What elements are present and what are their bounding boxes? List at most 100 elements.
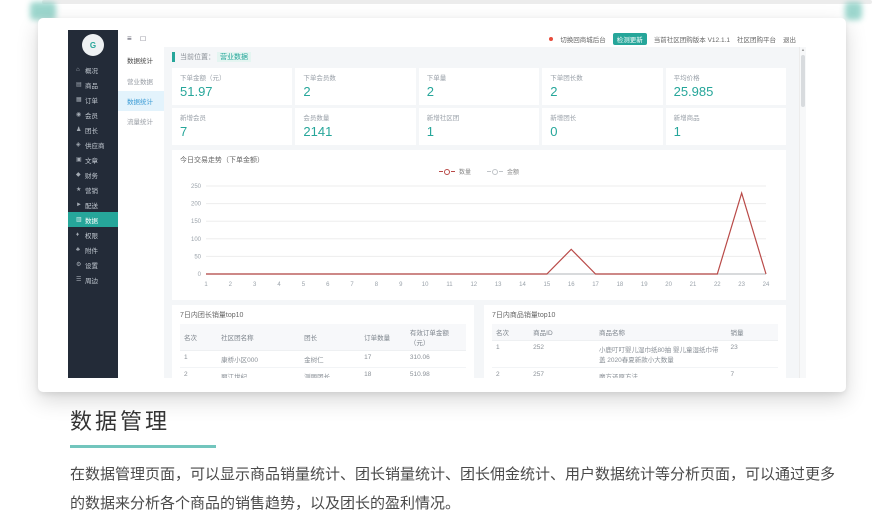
svg-text:23: 23	[738, 282, 745, 288]
title-underline	[70, 445, 216, 448]
table-cell: 252	[529, 341, 595, 368]
scroll-up-icon[interactable]: ▲	[800, 47, 806, 53]
sidebar-item-data[interactable]: ▥数据	[68, 212, 118, 227]
stat-card-order-count: 下单量 2	[419, 68, 539, 105]
breadcrumb-prefix: 当前位置：	[180, 52, 215, 62]
svg-text:2: 2	[229, 282, 233, 288]
fullscreen-icon[interactable]: □	[141, 35, 146, 43]
svg-text:12: 12	[470, 282, 477, 288]
status-dot-icon	[549, 37, 553, 41]
main-sidebar: G ⌂概况 ▤商品 ▦订单 ◉会员 ♟团长 ◈供应商 ▣文章 ◆财务 ★营销 ►…	[68, 30, 118, 378]
svg-text:250: 250	[191, 184, 202, 190]
doc-paragraph: 在数据管理页面，可以显示商品销量统计、团长销量统计、团长佣金统计、用户数据统计等…	[70, 460, 842, 514]
svg-text:13: 13	[495, 282, 502, 288]
stat-card-order-members: 下单会员数2	[295, 68, 415, 105]
legend-item[interactable]: 金额	[487, 167, 519, 176]
topbar: ≡ □ 切换回商城后台 检测更新 当前社区团购版本 V12.1.1 社区团购平台…	[118, 30, 806, 48]
table-cell: 7	[727, 368, 779, 379]
stat-label: 下单金额（元）	[180, 72, 284, 82]
table-cell: 310.06	[406, 351, 466, 368]
sidebar-item-orders[interactable]: ▦订单	[68, 92, 118, 107]
stat-value: 2	[550, 84, 654, 99]
scrollbar-thumb[interactable]	[801, 55, 805, 107]
sidebar-item-permissions[interactable]: ♦权限	[68, 227, 118, 242]
svg-text:17: 17	[592, 282, 599, 288]
svg-text:21: 21	[690, 282, 697, 288]
sidebar-item-attachments[interactable]: ♣附件	[68, 242, 118, 257]
secondary-sidebar: 数据统计 营业数据 数据统计 流量统计	[118, 47, 165, 378]
breadcrumb: 当前位置： 营业数据	[172, 50, 786, 64]
sidebar-item-finance[interactable]: ◆财务	[68, 167, 118, 182]
legend-label: 数量	[459, 167, 471, 176]
page-top-edge	[42, 0, 872, 4]
sidebar-item-label: 周边	[85, 275, 98, 285]
sidebar-item-label: 商品	[85, 80, 98, 90]
sidebar-item-delivery[interactable]: ►配送	[68, 197, 118, 212]
svg-text:11: 11	[446, 282, 453, 288]
article-icon: ▣	[76, 156, 85, 163]
sidebar-item-members[interactable]: ◉会员	[68, 107, 118, 122]
stat-value: 25.985	[674, 84, 778, 99]
stat-label: 新增会员	[180, 112, 284, 122]
table-cell: 魔方还原方法	[595, 368, 727, 379]
table-row: 1252小鹿叮叮婴儿湿巾纸80抽 婴儿童湿纸巾带盖 2020春夏新款小大数量23	[492, 341, 778, 368]
sidebar-item-label: 供应商	[85, 140, 105, 150]
svg-text:1: 1	[204, 282, 208, 288]
legend-label: 金额	[507, 167, 519, 176]
submenu-item-traffic-statistics[interactable]: 流量统计	[118, 111, 164, 131]
collapse-menu-icon[interactable]: ≡	[127, 35, 132, 43]
chart-title: 今日交易走势（下单金额）	[180, 155, 778, 165]
stat-value: 7	[180, 124, 284, 139]
documentation-page: G ⌂概况 ▤商品 ▦订单 ◉会员 ♟团长 ◈供应商 ▣文章 ◆财务 ★营销 ►…	[0, 0, 883, 514]
platform-link[interactable]: 社区团购平台	[737, 34, 776, 44]
sidebar-item-suppliers[interactable]: ◈供应商	[68, 137, 118, 152]
sidebar-item-overview[interactable]: ⌂概况	[68, 62, 118, 77]
sidebar-item-label: 概况	[85, 65, 98, 75]
sidebar-item-goods[interactable]: ▤商品	[68, 77, 118, 92]
stat-value: 2	[427, 84, 531, 99]
submenu-item-business-data[interactable]: 营业数据	[118, 71, 164, 91]
submenu-item-data-statistics[interactable]: 数据统计	[118, 91, 164, 111]
sidebar-item-group-leaders[interactable]: ♟团长	[68, 122, 118, 137]
goods-table-title: 7日内商品销量top10	[492, 310, 778, 320]
app-logo[interactable]: G	[82, 34, 104, 56]
table-row: 2丽江世纪测丽团长18510.98	[180, 368, 466, 379]
svg-text:19: 19	[641, 282, 648, 288]
permission-icon: ♦	[76, 232, 85, 238]
sidebar-item-misc[interactable]: ☰周边	[68, 272, 118, 287]
svg-text:100: 100	[191, 237, 202, 243]
sidebar-item-label: 设置	[85, 260, 98, 270]
leader-icon: ♟	[76, 126, 85, 133]
stats-cards: 下单金额（元）51.97 下单会员数2 下单量2 下单团长数2 平均价格25.9…	[172, 68, 786, 145]
goods-icon: ▤	[76, 81, 85, 88]
table-header-row: 名次 社区团名称 团长 订单数量 有效订单金额（元）	[180, 324, 466, 351]
svg-text:16: 16	[568, 282, 575, 288]
breadcrumb-current[interactable]: 营业数据	[217, 52, 251, 62]
main-content: 当前位置： 营业数据 下单金额（元）51.97 下单会员数2 下单量2 下单团长…	[164, 47, 800, 378]
logout-link[interactable]: 退出	[783, 34, 796, 44]
submenu-header: 数据统计	[118, 47, 164, 71]
table-header-row: 名次 商品ID 商品名称 销量	[492, 324, 778, 341]
switch-back-link[interactable]: 切换回商城后台	[560, 34, 606, 44]
home-icon: ⌂	[76, 67, 85, 73]
legend-item[interactable]: 数量	[439, 167, 471, 176]
table-cell: 金树仁	[300, 351, 360, 368]
sidebar-item-articles[interactable]: ▣文章	[68, 152, 118, 167]
svg-text:5: 5	[302, 282, 306, 288]
ranking-tables: 7日内团长销量top10 名次 社区团名称 团长 订单数量 有效订单金额（元）	[172, 305, 786, 378]
table-header-cell: 团长	[300, 324, 360, 351]
vertical-scrollbar[interactable]: ▲	[799, 47, 806, 378]
svg-text:24: 24	[763, 282, 770, 288]
misc-icon: ☰	[76, 276, 85, 283]
sidebar-item-marketing[interactable]: ★营销	[68, 182, 118, 197]
svg-text:10: 10	[422, 282, 429, 288]
check-update-button[interactable]: 检测更新	[613, 33, 647, 45]
sidebar-nav: ⌂概况 ▤商品 ▦订单 ◉会员 ♟团长 ◈供应商 ▣文章 ◆财务 ★营销 ►配送…	[68, 62, 118, 287]
stat-value: 1	[427, 124, 531, 139]
table-header-cell: 商品名称	[595, 324, 727, 341]
leader-table-title: 7日内团长销量top10	[180, 310, 466, 320]
sidebar-item-settings[interactable]: ⚙设置	[68, 257, 118, 272]
stat-label: 下单量	[427, 72, 531, 82]
svg-text:0: 0	[198, 272, 202, 278]
stat-label: 新增社区团	[427, 112, 531, 122]
